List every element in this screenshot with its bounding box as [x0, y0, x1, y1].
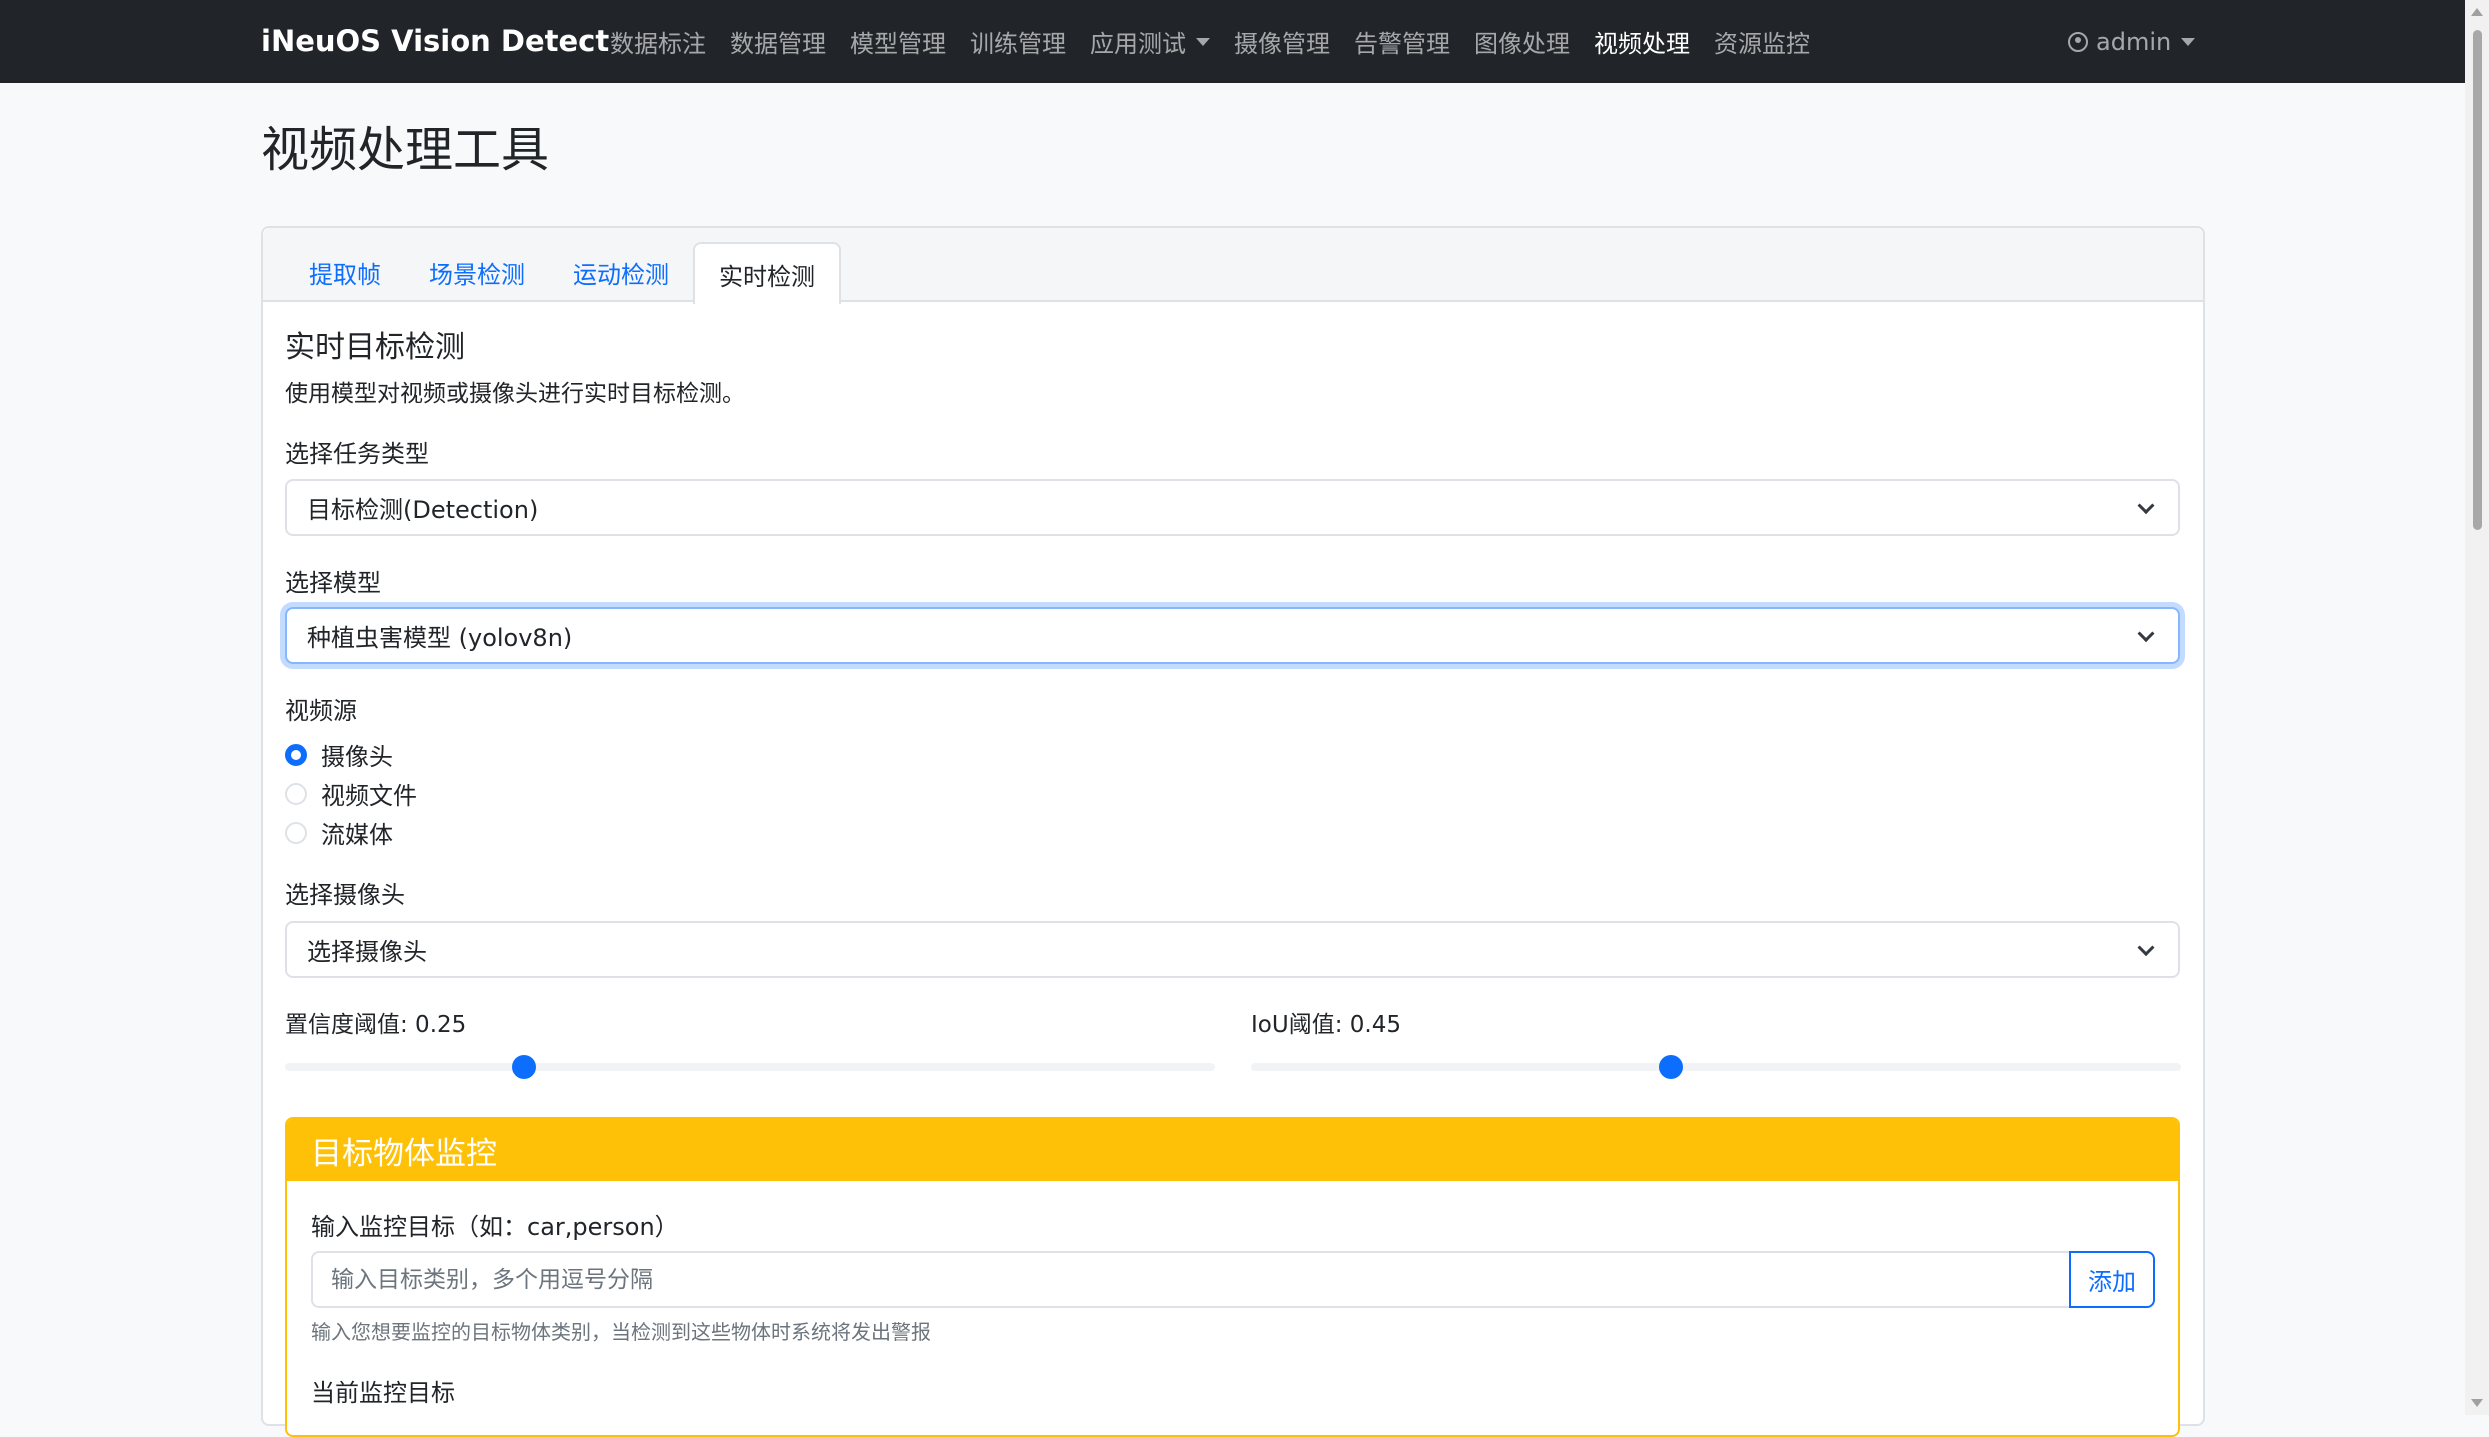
radio-label: 流媒体	[321, 821, 393, 849]
slider-thumb[interactable]	[511, 1055, 536, 1079]
card-header: 提取帧 场景检测 运动检测 实时检测	[263, 228, 2203, 304]
monitor-target-input[interactable]	[311, 1251, 2069, 1308]
monitor-input-group: 添加	[311, 1251, 2155, 1308]
monitor-help-text: 输入您想要监控的目标物体类别，当检测到这些物体时系统将发出警报	[311, 1320, 931, 1344]
model-select[interactable]: 种植虫害模型 (yolov8n)	[285, 607, 2180, 664]
nav-item-label: 告警管理	[1354, 30, 1450, 58]
brand-logo[interactable]: iNeuOS Vision Detect	[261, 0, 609, 83]
radio-stream[interactable]	[285, 821, 307, 844]
camera-select-label: 选择摄像头	[285, 881, 405, 909]
tab-bar: 提取帧 场景检测 运动检测 实时检测	[285, 242, 841, 304]
slider-track[interactable]	[285, 1063, 1215, 1071]
monitor-input-label: 输入监控目标（如：car,person）	[311, 1213, 679, 1241]
caret-down-icon	[2181, 37, 2196, 46]
radio-video-file[interactable]	[285, 782, 307, 805]
source-option-stream[interactable]: 流媒体	[285, 815, 393, 850]
section-description: 使用模型对视频或摄像头进行实时目标检测。	[285, 381, 745, 407]
confidence-slider[interactable]	[285, 1054, 1215, 1080]
slider-thumb[interactable]	[1658, 1055, 1683, 1079]
tab-scene-detection[interactable]: 场景检测	[405, 242, 549, 302]
nav-item-app-test-dropdown[interactable]: 应用测试	[1078, 0, 1222, 83]
model-label: 选择模型	[285, 569, 381, 597]
iou-label: IoU阈值: 0.45	[1251, 1012, 1401, 1038]
user-menu-dropdown[interactable]: admin	[2068, 0, 2196, 83]
nav-item-video-processing[interactable]: 视频处理	[1582, 0, 1702, 83]
radio-camera[interactable]	[285, 743, 307, 766]
scroll-down-arrow-icon[interactable]	[2471, 1399, 2483, 1407]
nav-item-label: 摄像管理	[1234, 30, 1330, 58]
add-target-button[interactable]: 添加	[2069, 1251, 2155, 1308]
nav-item-label: 应用测试	[1090, 30, 1186, 58]
tab-motion-detection[interactable]: 运动检测	[549, 242, 693, 302]
nav-item-model-management[interactable]: 模型管理	[838, 0, 958, 83]
current-targets-label: 当前监控目标	[311, 1379, 455, 1407]
camera-select[interactable]: 选择摄像头	[285, 921, 2180, 978]
nav-item-label: 图像处理	[1474, 30, 1570, 58]
chevron-down-icon	[2137, 624, 2155, 642]
slider-track[interactable]	[1251, 1063, 2181, 1071]
nav-item-training-management[interactable]: 训练管理	[958, 0, 1078, 83]
user-name: admin	[2096, 27, 2172, 56]
caret-down-icon	[1196, 37, 1210, 46]
nav-item-label: 模型管理	[850, 30, 946, 58]
task-type-select[interactable]: 目标检测(Detection)	[285, 479, 2180, 536]
page-scrollbar[interactable]	[2465, 0, 2489, 1415]
nav-item-resource-monitor[interactable]: 资源监控	[1702, 0, 1822, 83]
video-source-label: 视频源	[285, 697, 357, 725]
nav-item-label: 训练管理	[970, 30, 1066, 58]
top-navbar: iNeuOS Vision Detect 数据标注 数据管理 模型管理 训练管理…	[0, 0, 2465, 83]
nav-item-label: 数据标注	[610, 30, 706, 58]
tab-realtime-detection[interactable]: 实时检测	[693, 242, 841, 304]
nav-item-data-management[interactable]: 数据管理	[718, 0, 838, 83]
nav-menu: 数据标注 数据管理 模型管理 训练管理 应用测试 摄像管理 告警管理 图像处理 …	[598, 0, 1822, 83]
tab-extract-frames[interactable]: 提取帧	[285, 242, 405, 302]
source-option-video-file[interactable]: 视频文件	[285, 776, 417, 811]
source-option-camera[interactable]: 摄像头	[285, 737, 393, 772]
monitor-header: 目标物体监控	[287, 1119, 2178, 1181]
nav-item-camera-management[interactable]: 摄像管理	[1222, 0, 1342, 83]
radio-label: 视频文件	[321, 782, 417, 810]
chevron-down-icon	[2137, 938, 2155, 956]
confidence-label: 置信度阈值: 0.25	[285, 1012, 467, 1038]
camera-value: 选择摄像头	[307, 938, 427, 966]
scrollbar-thumb[interactable]	[2473, 30, 2482, 530]
task-type-value: 目标检测(Detection)	[307, 496, 539, 524]
nav-item-image-processing[interactable]: 图像处理	[1462, 0, 1582, 83]
user-circle-icon	[2068, 31, 2088, 52]
radio-label: 摄像头	[321, 743, 393, 771]
nav-item-label: 数据管理	[730, 30, 826, 58]
chevron-down-icon	[2137, 496, 2155, 514]
nav-item-data-annotation[interactable]: 数据标注	[598, 0, 718, 83]
nav-item-alarm-management[interactable]: 告警管理	[1342, 0, 1462, 83]
iou-slider[interactable]	[1251, 1054, 2181, 1080]
task-type-label: 选择任务类型	[285, 440, 429, 468]
model-value: 种植虫害模型 (yolov8n)	[307, 624, 573, 652]
scroll-up-arrow-icon[interactable]	[2471, 8, 2483, 16]
section-title: 实时目标检测	[285, 330, 465, 365]
page-title: 视频处理工具	[261, 122, 550, 178]
nav-item-label: 视频处理	[1594, 30, 1690, 58]
nav-item-label: 资源监控	[1714, 30, 1810, 58]
